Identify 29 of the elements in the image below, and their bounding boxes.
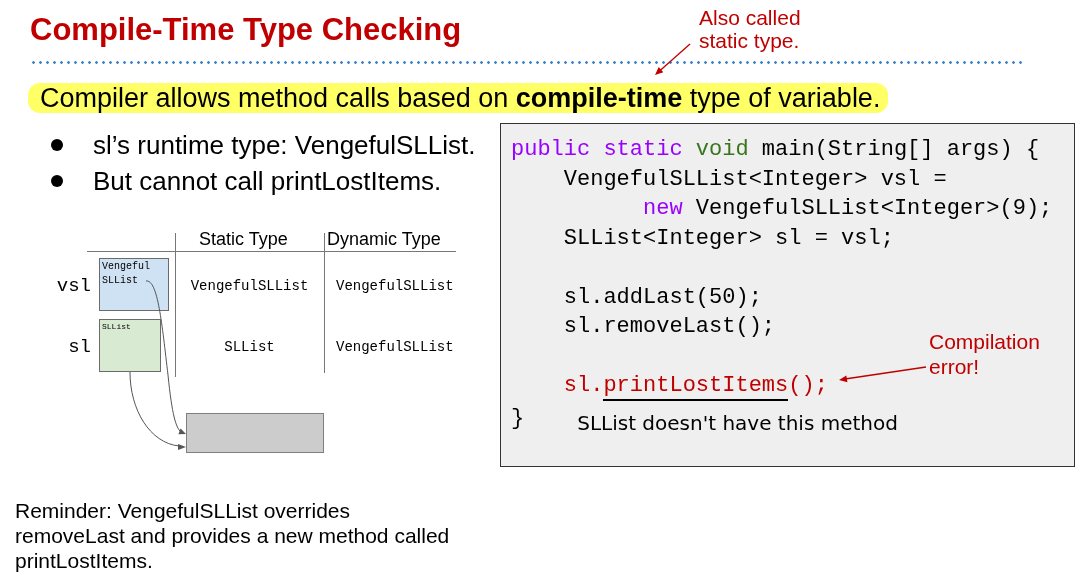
code-line: sl.removeLast(); [562, 313, 776, 341]
annotation-arrow [655, 43, 691, 75]
table-cell: VengefulSLList [336, 277, 454, 295]
annotation-text: Also called static type. [699, 6, 802, 52]
note-text: SLList doesn't have this method [577, 409, 898, 436]
table-cell-text: SLList [223, 338, 276, 356]
code-line: SLList<Integer> sl = vsl; [562, 224, 894, 253]
variable-label: vsl [56, 274, 91, 298]
bullet-text: But cannot call printLostItems. [93, 165, 442, 198]
code-line: public static void main(String[] args) { [511, 136, 1040, 164]
table-header: Dynamic Type [327, 228, 441, 250]
slide-title: Compile-Time Type Checking [30, 12, 462, 48]
table-cell-text: VengefulSLList [189, 277, 310, 295]
error-annotation: Compilation error! [929, 329, 1041, 379]
variable-box: Vengeful SLList [99, 258, 169, 311]
variable-box: SLList [99, 319, 161, 372]
bullet-text: sl’s runtime type: VengefulSLList. [93, 129, 476, 162]
code-line: VengefulSLList<Integer> vsl = [562, 165, 947, 194]
highlighted-statement: Compiler allows method calls based on compile-time type of variable. [28, 83, 889, 113]
table-header: Static Type [199, 228, 288, 250]
table-cell: VengefulSLList [336, 338, 454, 356]
code-line: sl.printLostItems(); [511, 371, 828, 401]
reminder-text: Reminder: VengefulSLList overrides removeLast and provides a new method called printLostItems. [15, 498, 451, 573]
bullet-icon [51, 139, 63, 151]
code-line: sl.addLast(50); [562, 283, 762, 312]
bullet-icon [51, 175, 63, 187]
code-line: } [511, 404, 525, 433]
variable-label: sl [68, 335, 91, 359]
code-line: new VengefulSLList<Integer>(9); [642, 195, 1053, 223]
